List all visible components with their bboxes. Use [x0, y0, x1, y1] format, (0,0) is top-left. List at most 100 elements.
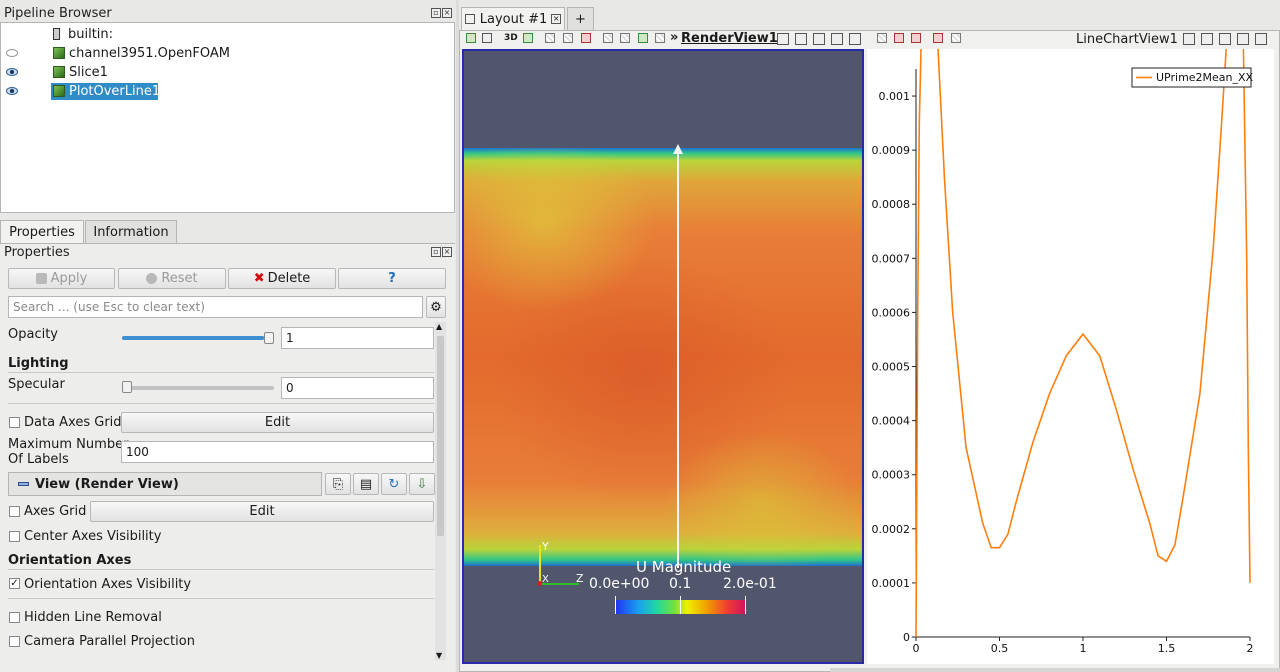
- split-horizontal-icon[interactable]: [777, 33, 789, 45]
- scrollbar-handle[interactable]: [437, 336, 444, 536]
- colorbar-tick: [745, 596, 746, 614]
- eye-visible-icon[interactable]: [6, 68, 18, 76]
- paste-icon[interactable]: ▤: [353, 473, 379, 495]
- pipeline-item-builtin[interactable]: builtin:: [53, 25, 113, 43]
- axes-grid-checkbox[interactable]: [9, 506, 20, 517]
- view-section-label: View (Render View): [35, 476, 179, 492]
- flow-field: [464, 148, 862, 566]
- specular-slider[interactable]: [122, 386, 274, 390]
- close-dock-button[interactable]: ×: [442, 8, 452, 18]
- hidden-line-checkbox[interactable]: [9, 612, 20, 623]
- camera-parallel-checkbox[interactable]: [9, 636, 20, 647]
- refresh-icon[interactable]: ↻: [381, 473, 407, 495]
- chart-y-tick-label: 0.0009: [872, 144, 911, 157]
- colorbar-mid-label: 0.1: [669, 576, 692, 592]
- axes-grid-edit-button[interactable]: Edit: [90, 501, 434, 522]
- close-view-icon[interactable]: [1255, 33, 1267, 45]
- view-section-header[interactable]: View (Render View): [8, 472, 322, 496]
- opacity-field[interactable]: 1: [281, 327, 434, 349]
- save-defaults-icon[interactable]: ⇩: [409, 473, 435, 495]
- center-axes-checkbox[interactable]: [9, 531, 20, 542]
- copy-icon[interactable]: ⎘: [325, 473, 351, 495]
- chart-zoom-icon[interactable]: [951, 33, 961, 43]
- opacity-label: Opacity: [8, 327, 59, 342]
- help-button[interactable]: ?: [338, 268, 446, 289]
- scroll-down-icon[interactable]: ▼: [436, 651, 442, 660]
- data-axes-grid-checkbox[interactable]: [9, 417, 20, 428]
- orientation-axes-header: Orientation Axes: [8, 553, 132, 568]
- opacity-slider-handle[interactable]: [264, 332, 274, 344]
- colorbar-title: U Magnitude: [636, 558, 732, 576]
- tab-information[interactable]: Information: [85, 220, 177, 243]
- max-labels-label: Maximum Number Of Labels: [8, 437, 128, 467]
- specular-field[interactable]: 0: [281, 377, 434, 399]
- reset-button[interactable]: Reset: [118, 268, 226, 289]
- chart-series-line: [915, 0, 1251, 638]
- chart-y-tick-label: 0.0008: [872, 198, 911, 211]
- pipeline-item-plotoverline[interactable]: PlotOverLine1: [1, 82, 451, 100]
- tab-layout-1[interactable]: Layout #1 ×: [461, 7, 565, 30]
- pipeline-tree: builtin: channel3951.OpenFOAM Slice1 Plo…: [0, 22, 455, 213]
- data-axes-grid-edit-button[interactable]: Edit: [121, 412, 434, 433]
- undock-icon[interactable]: [1237, 33, 1249, 45]
- properties-scrollbar[interactable]: ▲ ▼: [435, 322, 446, 660]
- maximize-icon[interactable]: [813, 33, 825, 45]
- interactive-select-icon[interactable]: [620, 33, 630, 43]
- close-dock-button[interactable]: ×: [442, 247, 452, 257]
- apply-button[interactable]: Apply: [8, 268, 115, 289]
- specular-slider-handle[interactable]: [122, 381, 132, 393]
- close-view-icon[interactable]: [849, 33, 861, 45]
- pipeline-item-slice[interactable]: Slice1: [1, 63, 451, 81]
- eye-visible-icon[interactable]: [6, 87, 18, 95]
- grow-selection-icon[interactable]: [638, 33, 648, 43]
- select-points-icon[interactable]: [563, 33, 573, 43]
- gear-icon[interactable]: ⚙: [426, 296, 446, 318]
- chart-clear-selection-icon[interactable]: [911, 33, 921, 43]
- search-input[interactable]: Search ... (use Esc to clear text): [8, 296, 423, 318]
- select-frustum-icon[interactable]: [581, 33, 591, 43]
- colorbar-max-label: 2.0e-01: [723, 576, 777, 592]
- chart-grow-icon[interactable]: [933, 33, 943, 43]
- clear-selection-icon[interactable]: [655, 33, 665, 43]
- colorbar-min-label: 0.0e+00: [589, 576, 650, 592]
- cube-icon: [53, 47, 65, 59]
- chart-legend: UPrime2Mean_XX: [1131, 67, 1254, 88]
- probe-line[interactable]: [677, 153, 679, 568]
- maximize-icon[interactable]: [1219, 33, 1231, 45]
- eye-hidden-icon[interactable]: [6, 49, 18, 57]
- lighting-header: Lighting: [8, 356, 69, 371]
- toggle-3d-button[interactable]: 3D: [504, 33, 518, 43]
- line-chart[interactable]: 0 0.0001 0.0002 0.0003 0.0004 0.0005 0.0006 0.0…: [867, 0, 1274, 664]
- split-horizontal-icon[interactable]: [1183, 33, 1195, 45]
- split-vertical-icon[interactable]: [795, 33, 807, 45]
- max-labels-field[interactable]: 100: [121, 441, 434, 463]
- probe-handle-icon[interactable]: [673, 144, 683, 154]
- select-block-icon[interactable]: [603, 33, 613, 43]
- render-view[interactable]: Y X Z U Magnitude 0.0e+00 0.1 2.0e-01: [462, 49, 864, 664]
- float-dock-button[interactable]: ▫: [431, 8, 441, 18]
- chart-select-polygon-icon[interactable]: [894, 33, 904, 43]
- chart-axes: [912, 69, 1251, 641]
- select-cells-icon[interactable]: [545, 33, 555, 43]
- orientation-axes-checkbox[interactable]: ✓: [9, 578, 20, 589]
- add-layout-tab[interactable]: +: [567, 7, 594, 30]
- float-dock-button[interactable]: ▫: [431, 247, 441, 257]
- delete-button[interactable]: ✖ Delete: [228, 268, 336, 289]
- zoom-to-data-icon[interactable]: [482, 33, 492, 43]
- line-chart-view[interactable]: 0 0.0001 0.0002 0.0003 0.0004 0.0005 0.0006 0.0…: [867, 0, 1274, 664]
- undock-icon[interactable]: [831, 33, 843, 45]
- capture-icon[interactable]: [523, 33, 533, 43]
- close-tab-icon[interactable]: ×: [551, 14, 562, 24]
- chart-select-icon[interactable]: [877, 33, 887, 43]
- overflow-chevron-icon[interactable]: »: [670, 30, 678, 45]
- pipeline-item-openfoam[interactable]: channel3951.OpenFOAM: [1, 44, 451, 62]
- scroll-up-icon[interactable]: ▲: [436, 322, 442, 331]
- render-view-icon: [18, 482, 29, 486]
- axis-z-label: Z: [576, 572, 584, 585]
- reset-camera-icon[interactable]: [466, 33, 476, 43]
- tab-properties[interactable]: Properties: [0, 220, 84, 243]
- status-bar: [830, 668, 1280, 672]
- split-vertical-icon[interactable]: [1201, 33, 1213, 45]
- center-axes-label: Center Axes Visibility: [24, 529, 162, 544]
- chart-x-tick-label: 0.5: [991, 642, 1009, 655]
